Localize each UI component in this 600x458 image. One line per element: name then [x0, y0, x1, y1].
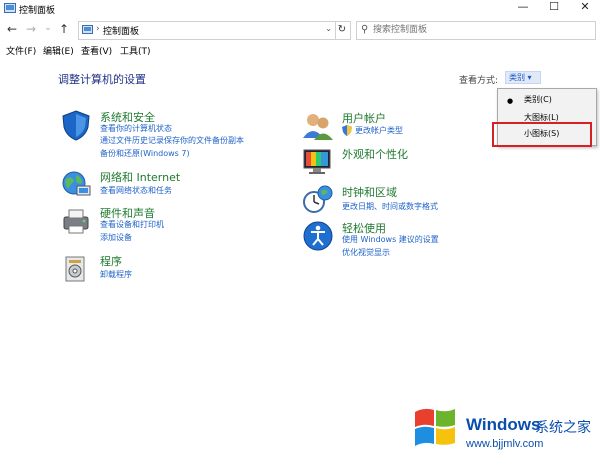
recent-locations-button[interactable]: ⌄ — [40, 21, 56, 37]
title-bar: 控制面板 — ☐ ✕ — [0, 0, 600, 16]
link-add-device[interactable]: 添加设备 — [100, 232, 132, 243]
link-optimize-display[interactable]: 优化视觉显示 — [342, 247, 390, 258]
users-icon — [303, 114, 333, 140]
link-devices-printers[interactable]: 查看设备和打印机 — [100, 219, 164, 230]
category-title[interactable]: 网络和 Internet — [100, 169, 180, 185]
maximize-button[interactable]: ☐ — [539, 0, 569, 16]
menu-view[interactable]: 查看(V) — [81, 44, 112, 57]
uac-shield-icon — [342, 125, 352, 136]
printer-icon — [63, 209, 89, 234]
control-panel-icon — [4, 3, 16, 13]
link-change-account-type[interactable]: 更改帐户类型 — [355, 125, 403, 136]
page-title: 调整计算机的设置 — [58, 73, 146, 86]
search-box[interactable]: ⚲ — [356, 21, 596, 40]
category-title[interactable]: 外观和个性化 — [342, 146, 408, 162]
category-title[interactable]: 程序 — [100, 253, 122, 269]
close-button[interactable]: ✕ — [570, 0, 600, 16]
menu-edit[interactable]: 编辑(E) — [43, 44, 74, 57]
appearance-icon — [303, 149, 331, 174]
watermark-brand: Windows — [466, 415, 541, 434]
chevron-down-icon[interactable]: ⌄ — [325, 24, 332, 33]
window-title: 控制面板 — [19, 6, 56, 16]
search-icon: ⚲ — [361, 24, 369, 35]
forward-button[interactable]: → — [23, 22, 39, 38]
clock-icon — [303, 185, 333, 213]
windows-logo-icon — [415, 408, 455, 446]
link-backup-restore[interactable]: 备份和还原(Windows 7) — [100, 148, 190, 159]
address-bar[interactable]: › 控制面板 ⌄ — [78, 21, 336, 40]
link-network-status[interactable]: 查看网络状态和任务 — [100, 185, 172, 196]
menu-tools[interactable]: 工具(T) — [120, 44, 151, 57]
ease-of-access-icon — [303, 221, 333, 251]
control-panel-icon — [82, 25, 93, 34]
selected-bullet-icon: ● — [507, 97, 514, 105]
menu-file[interactable]: 文件(F) — [6, 44, 36, 57]
watermark-brand-cn: 系统之家 — [535, 420, 591, 436]
view-by-dropdown[interactable]: 类别 ▾ — [505, 71, 541, 84]
network-globe-icon — [62, 171, 91, 196]
breadcrumb[interactable]: 控制面板 — [103, 24, 139, 37]
link-change-date-time-format[interactable]: 更改日期、时间或数字格式 — [342, 201, 438, 212]
link-file-history[interactable]: 通过文件历史记录保存你的文件备份副本 — [100, 135, 244, 146]
highlight-box — [492, 122, 592, 147]
menu-option-category[interactable]: 类别(C) — [524, 94, 552, 105]
category-title[interactable]: 用户帐户 — [342, 110, 386, 126]
view-by-label: 查看方式: — [459, 76, 499, 86]
refresh-button[interactable]: ↻ — [334, 21, 351, 40]
link-uninstall-program[interactable]: 卸载程序 — [100, 269, 132, 280]
link-recommended-settings[interactable]: 使用 Windows 建议的设置 — [342, 234, 439, 245]
back-button[interactable]: ← — [4, 22, 20, 38]
shield-icon — [62, 110, 90, 141]
up-button[interactable]: ↑ — [56, 22, 72, 38]
category-title[interactable]: 时钟和区域 — [342, 184, 397, 200]
minimize-button[interactable]: — — [508, 0, 538, 16]
menu-bar: 文件(F) 编辑(E) 查看(V) 工具(T) — [0, 42, 600, 58]
link-view-computer-status[interactable]: 查看你的计算机状态 — [100, 123, 172, 134]
programs-icon — [65, 256, 85, 282]
search-input[interactable] — [373, 23, 588, 36]
watermark-url: www.bjjmlv.com — [466, 438, 544, 450]
breadcrumb-separator: › — [96, 24, 100, 34]
